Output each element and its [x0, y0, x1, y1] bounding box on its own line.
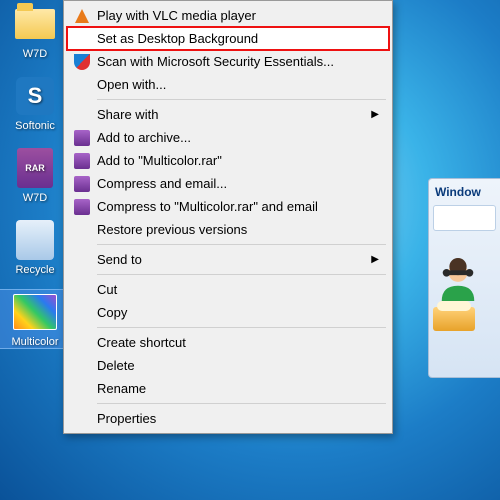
menu-item-copy[interactable]: Copy — [67, 301, 389, 324]
menu-item-label: Properties — [97, 411, 156, 426]
desktop-icon-folder-w7d[interactable]: W7D — [0, 2, 70, 60]
menu-item-label: Open with... — [97, 77, 166, 92]
desktop-icon-recycle-bin[interactable]: Recycle — [0, 218, 70, 276]
menu-item-cut[interactable]: Cut — [67, 278, 389, 301]
menu-item-label: Restore previous versions — [97, 222, 247, 237]
menu-item-label: Create shortcut — [97, 335, 186, 350]
menu-item-rename[interactable]: Rename — [67, 377, 389, 400]
menu-item-label: Delete — [97, 358, 135, 373]
menu-item-delete[interactable]: Delete — [67, 354, 389, 377]
menu-item-properties[interactable]: Properties — [67, 407, 389, 430]
menu-item-label: Add to "Multicolor.rar" — [97, 153, 222, 168]
menu-item-compress-and-email[interactable]: Compress and email... — [67, 172, 389, 195]
menu-item-label: Compress to "Multicolor.rar" and email — [97, 199, 318, 214]
desktop-icons-column: W7D S Softonic RAR W7D Recycle Multicolo… — [0, 0, 70, 362]
desktop-icon-label: Multicolor — [11, 336, 58, 348]
menu-item-play-with-vlc-media-player[interactable]: Play with VLC media player — [67, 4, 389, 27]
side-gadget-panel: Window — [428, 178, 500, 378]
menu-item-label: Set as Desktop Background — [97, 31, 258, 46]
desktop-icon-softonic[interactable]: S Softonic — [0, 74, 70, 132]
desktop-icon-multicolor[interactable]: Multicolor — [0, 290, 70, 348]
recycle-bin-icon — [13, 218, 57, 262]
menu-item-label: Copy — [97, 305, 127, 320]
menu-item-send-to[interactable]: Send to ▶ — [67, 248, 389, 271]
rar-icon — [73, 175, 91, 193]
menu-item-set-as-desktop-background[interactable]: Set as Desktop Background — [67, 27, 389, 50]
chevron-right-icon: ▶ — [371, 109, 379, 120]
menu-item-open-with[interactable]: Open with... — [67, 73, 389, 96]
menu-item-label: Send to — [97, 252, 142, 267]
rar-icon — [73, 198, 91, 216]
menu-item-add-to-archive[interactable]: Add to archive... — [67, 126, 389, 149]
rar-archive-icon: RAR — [13, 146, 57, 190]
menu-item-label: Rename — [97, 381, 146, 396]
menu-item-label: Compress and email... — [97, 176, 227, 191]
menu-item-label: Cut — [97, 282, 117, 297]
rar-icon — [73, 129, 91, 147]
menu-item-label: Scan with Microsoft Security Essentials.… — [97, 54, 334, 69]
shield-icon — [73, 53, 91, 71]
menu-item-restore-previous-versions[interactable]: Restore previous versions — [67, 218, 389, 241]
desktop-icon-label: Recycle — [15, 264, 54, 276]
desktop-icon-label: W7D — [23, 192, 47, 204]
context-menu: Play with VLC media player Set as Desktop… — [63, 0, 393, 434]
folder-icon — [13, 2, 57, 46]
menu-item-add-to-multicolor-rar[interactable]: Add to "Multicolor.rar" — [67, 149, 389, 172]
softonic-icon: S — [13, 74, 57, 118]
menu-separator — [97, 327, 386, 328]
popcorn-icon — [433, 307, 475, 331]
side-gadget-inner-box[interactable] — [433, 205, 496, 231]
desktop-icon-rar-w7d[interactable]: RAR W7D — [0, 146, 70, 204]
side-gadget-title: Window — [433, 185, 496, 199]
menu-separator — [97, 403, 386, 404]
chevron-right-icon: ▶ — [371, 254, 379, 265]
menu-separator — [97, 244, 386, 245]
vlc-icon — [73, 7, 91, 25]
rar-icon — [73, 152, 91, 170]
desktop-icon-label: W7D — [23, 48, 47, 60]
menu-item-label: Play with VLC media player — [97, 8, 256, 23]
menu-item-label: Add to archive... — [97, 130, 191, 145]
menu-item-label: Share with — [97, 107, 158, 122]
menu-item-create-shortcut[interactable]: Create shortcut — [67, 331, 389, 354]
menu-item-share-with[interactable]: Share with ▶ — [67, 103, 389, 126]
desktop-icon-label: Softonic — [15, 120, 55, 132]
image-thumbnail-icon — [13, 290, 57, 334]
menu-item-scan-with-microsoft-security-essentials[interactable]: Scan with Microsoft Security Essentials.… — [67, 50, 389, 73]
menu-item-compress-to-multicolor-rar-and-email[interactable]: Compress to "Multicolor.rar" and email — [67, 195, 389, 218]
menu-separator — [97, 99, 386, 100]
avatar-icon — [433, 257, 483, 301]
menu-separator — [97, 274, 386, 275]
